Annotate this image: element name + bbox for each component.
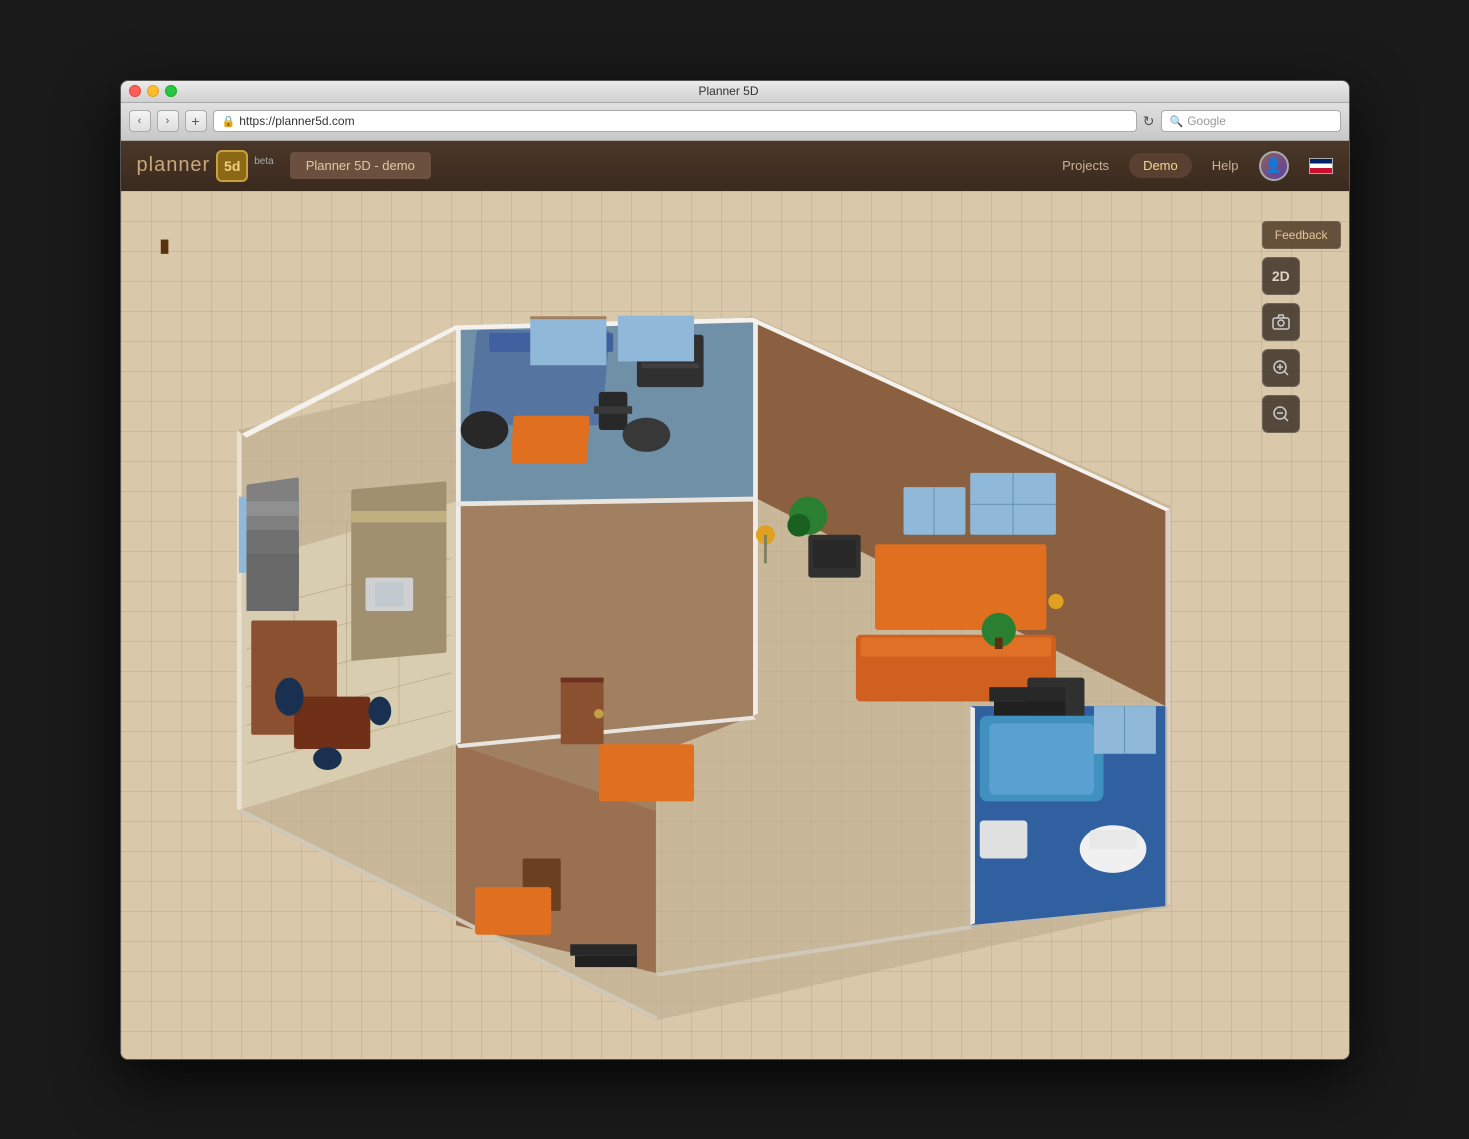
browser-window: Planner 5D ‹ › + 🔒 https://planner5d.com… (120, 80, 1350, 1060)
right-toolbar: Feedback 2D (1262, 221, 1341, 433)
logo-5d: 5d (224, 158, 240, 174)
zoom-out-icon (1271, 404, 1291, 424)
floor-plan-3d[interactable] (141, 211, 1209, 1049)
nav-links: Projects Demo Help 👤 (1062, 151, 1332, 181)
logo-area: planner 5d beta (137, 150, 274, 182)
camera-icon (1271, 312, 1291, 332)
back-button[interactable]: ‹ (129, 110, 151, 132)
search-placeholder: Google (1187, 114, 1226, 128)
forward-button[interactable]: › (157, 110, 179, 132)
zoom-out-button[interactable] (1262, 395, 1300, 433)
floor-plan-svg (141, 211, 1209, 1049)
project-tab[interactable]: Planner 5D - demo (290, 152, 431, 179)
refresh-button[interactable]: ↻ (1143, 113, 1155, 130)
titlebar: Planner 5D (121, 81, 1349, 103)
window-title: Planner 5D (120, 84, 1341, 98)
language-flag[interactable] (1309, 158, 1333, 174)
feedback-button[interactable]: Feedback (1262, 221, 1341, 249)
zoom-in-icon (1271, 358, 1291, 378)
logo-icon: 5d (216, 150, 248, 182)
main-canvas[interactable]: Feedback 2D (121, 191, 1349, 1059)
beta-badge: beta (254, 156, 273, 167)
demo-link[interactable]: Demo (1129, 153, 1192, 178)
avatar[interactable]: 👤 (1259, 151, 1289, 181)
address-bar[interactable]: 🔒 https://planner5d.com (213, 110, 1137, 132)
camera-button[interactable] (1262, 303, 1300, 341)
help-link[interactable]: Help (1212, 158, 1239, 173)
view-2d-button[interactable]: 2D (1262, 257, 1300, 295)
browser-toolbar: ‹ › + 🔒 https://planner5d.com ↻ 🔍 Google (121, 103, 1349, 141)
lock-icon: 🔒 (222, 115, 236, 128)
url-text: https://planner5d.com (239, 114, 354, 128)
app-header: planner 5d beta Planner 5D - demo Projec… (121, 141, 1349, 191)
search-bar[interactable]: 🔍 Google (1161, 110, 1341, 132)
logo-text: planner (137, 154, 211, 177)
projects-link[interactable]: Projects (1062, 158, 1109, 173)
new-tab-button[interactable]: + (185, 110, 207, 132)
zoom-in-button[interactable] (1262, 349, 1300, 387)
search-icon: 🔍 (1170, 115, 1184, 128)
